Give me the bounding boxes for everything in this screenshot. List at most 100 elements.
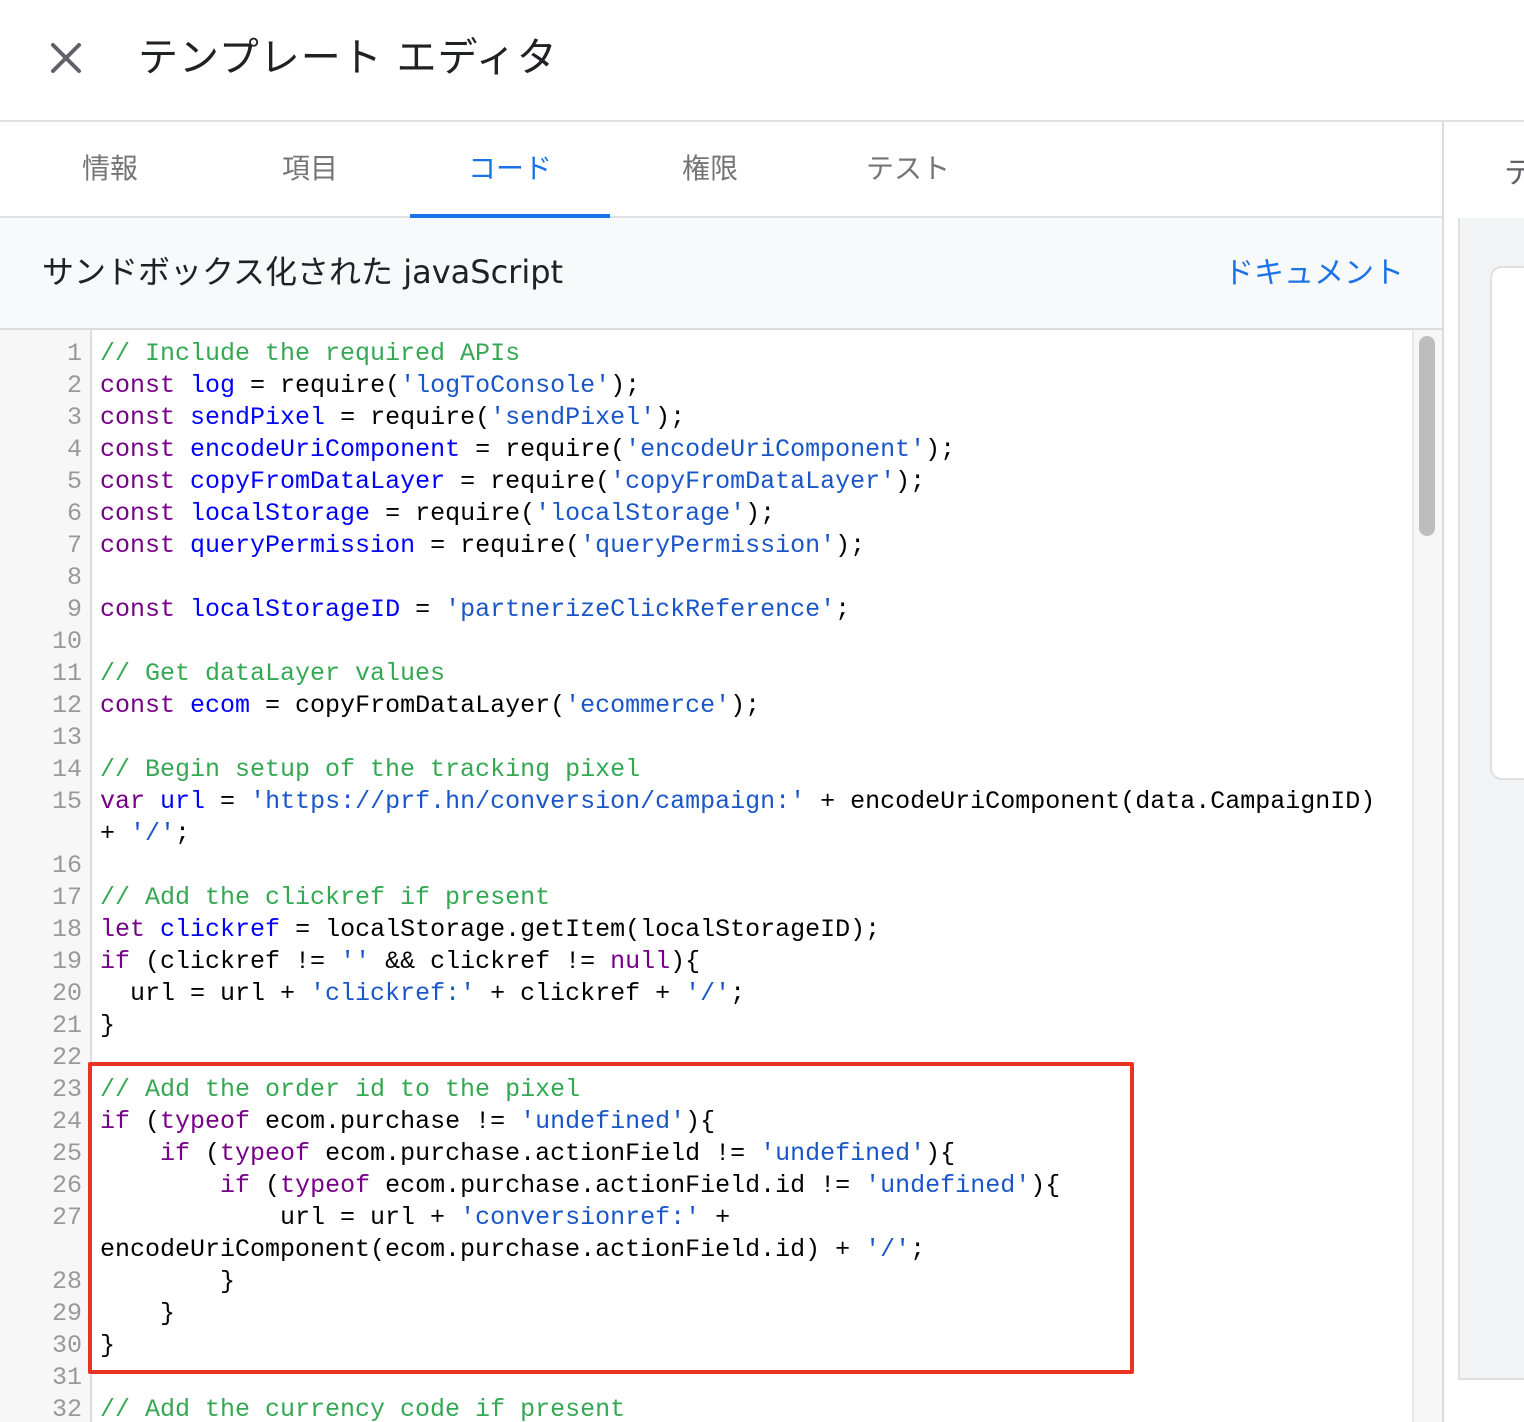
line-number: 13 <box>51 723 82 752</box>
code-line[interactable]: 5 const copyFromDataLayer = require('copy… <box>0 466 1410 498</box>
code-line[interactable]: 2 const log = require('logToConsole'); <box>0 370 1410 402</box>
documentation-link[interactable]: ドキュメント <box>1224 252 1404 296</box>
code-token: ); <box>835 531 866 560</box>
line-code: const localStorage = require('localStora… <box>100 498 775 530</box>
code-token: = copyFromDataLayer( <box>250 691 566 720</box>
code-token: } <box>100 1267 236 1296</box>
code-line[interactable]: 28 } <box>0 1266 1410 1298</box>
line-number: 18 <box>51 915 82 944</box>
line-number: 23 <box>51 1075 82 1104</box>
line-number: 11 <box>51 659 82 688</box>
line-number: 6 <box>66 499 82 528</box>
code-line[interactable]: 21} <box>0 1010 1410 1042</box>
line-number: 20 <box>51 979 82 1008</box>
code-token: = <box>205 787 251 816</box>
code-line[interactable]: 13 <box>0 722 1410 754</box>
code-token: ( <box>190 1139 221 1168</box>
code-token: const <box>100 467 176 496</box>
tab-tests[interactable]: テスト <box>808 122 1008 216</box>
code-line[interactable]: 8 <box>0 562 1410 594</box>
code-token: 'https://prf.hn/conversion/campaign:' <box>250 787 806 816</box>
code-token: typeof <box>160 1107 251 1136</box>
code-line[interactable]: 11 // Get dataLayer values <box>0 658 1410 690</box>
code-token: ( <box>130 1107 161 1136</box>
right-panel-tab[interactable]: テ <box>1504 148 1524 192</box>
line-number: 16 <box>51 851 82 880</box>
code-line[interactable]: 25 if (typeof ecom.purchase.actionField … <box>0 1138 1410 1170</box>
code-line[interactable]: 16 <box>0 850 1410 882</box>
code-token: ); <box>610 371 641 400</box>
code-line[interactable]: 27 url = url + 'conversionref:' + <box>0 1202 1410 1234</box>
line-number: 17 <box>51 883 82 912</box>
code-token: ; <box>175 819 191 848</box>
code-token: ); <box>895 467 926 496</box>
line-code: const encodeUriComponent = require('enco… <box>100 434 955 466</box>
code-line[interactable]: 6 const localStorage = require('localStor… <box>0 498 1410 530</box>
code-line[interactable]: + '/'; <box>0 818 1410 850</box>
code-editor[interactable]: 1 // Include the required APIs 2 const log … <box>0 330 1442 1422</box>
section-title: サンドボックス化された javaScript <box>42 253 564 291</box>
code-line[interactable]: 3 const sendPixel = require('sendPixel'); <box>0 402 1410 434</box>
code-line[interactable]: 17 // Add the clickref if present <box>0 882 1410 914</box>
code-line[interactable]: 30} <box>0 1330 1410 1362</box>
code-line[interactable]: 7 const queryPermission = require('queryP… <box>0 530 1410 562</box>
code-token: sendPixel <box>190 403 326 432</box>
line-number: 27 <box>51 1203 82 1232</box>
line-code: let clickref = localStorage.getItem(loca… <box>100 914 880 946</box>
code-token: 'copyFromDataLayer' <box>610 467 896 496</box>
code-line[interactable]: 29 } <box>0 1298 1410 1330</box>
code-line[interactable]: 4 const encodeUriComponent = require('enc… <box>0 434 1410 466</box>
code-token: ); <box>925 435 956 464</box>
code-line[interactable]: 10 <box>0 626 1410 658</box>
line-number: 24 <box>51 1107 82 1136</box>
line-number: 32 <box>51 1395 82 1422</box>
top-bar: テンプレート エディタ <box>0 0 1524 122</box>
tab-permissions[interactable]: 権限 <box>610 122 810 216</box>
code-line[interactable]: 14 // Begin setup of the tracking pixel <box>0 754 1410 786</box>
code-token: && clickref != <box>370 947 611 976</box>
line-code: const log = require('logToConsole'); <box>100 370 640 402</box>
code-token: // Include the required APIs <box>100 339 521 368</box>
code-token: ); <box>730 691 761 720</box>
tab-info[interactable]: 情報 <box>10 122 210 216</box>
line-number: 10 <box>51 627 82 656</box>
code-line[interactable]: 19 if (clickref != '' && clickref != null… <box>0 946 1410 978</box>
code-line[interactable]: 12 const ecom = copyFromDataLayer('ecomme… <box>0 690 1410 722</box>
tab-fields[interactable]: 項目 <box>210 122 410 216</box>
code-lines[interactable]: 1 // Include the required APIs 2 const log … <box>0 338 1410 1422</box>
code-token: if <box>100 947 131 976</box>
code-line[interactable]: 1 // Include the required APIs <box>0 338 1410 370</box>
line-code: } <box>100 1010 115 1042</box>
code-line[interactable]: 15 var url = 'https://prf.hn/conversion/c… <box>0 786 1410 818</box>
code-token: '/' <box>130 819 176 848</box>
line-number: 4 <box>66 435 82 464</box>
code-token: if <box>220 1171 251 1200</box>
line-code: // Begin setup of the tracking pixel <box>100 754 640 786</box>
line-code: const copyFromDataLayer = require('copyF… <box>100 466 925 498</box>
code-token: ){ <box>1030 1171 1061 1200</box>
code-line[interactable]: 18 let clickref = localStorage.getItem(lo… <box>0 914 1410 946</box>
code-line[interactable]: 24 if (typeof ecom.purchase != 'undefined… <box>0 1106 1410 1138</box>
line-code: encodeUriComponent(ecom.purchase.actionF… <box>100 1234 925 1266</box>
code-line[interactable]: encodeUriComponent(ecom.purchase.actionF… <box>0 1234 1410 1266</box>
code-line[interactable]: 22 <box>0 1042 1410 1074</box>
code-line[interactable]: 23 // Add the order id to the pixel <box>0 1074 1410 1106</box>
code-line[interactable]: 20 url = url + 'clickref:' + clickref + … <box>0 978 1410 1010</box>
code-line[interactable]: 31 <box>0 1362 1410 1394</box>
code-token: } <box>100 1331 116 1360</box>
line-number: 1 <box>66 339 82 368</box>
scrollbar-thumb[interactable] <box>1419 336 1435 536</box>
line-code: // Include the required APIs <box>100 338 520 370</box>
code-token: var <box>100 787 146 816</box>
code-line[interactable]: 32 // Add the currency code if present <box>0 1394 1410 1422</box>
tab-code[interactable]: コード <box>410 122 610 218</box>
close-button[interactable] <box>44 36 88 80</box>
code-line[interactable]: 26 if (typeof ecom.purchase.actionField.… <box>0 1170 1410 1202</box>
code-token: = localStorage.getItem(localStorageID); <box>280 915 881 944</box>
code-line[interactable]: 9 const localStorageID = 'partnerizeClick… <box>0 594 1410 626</box>
